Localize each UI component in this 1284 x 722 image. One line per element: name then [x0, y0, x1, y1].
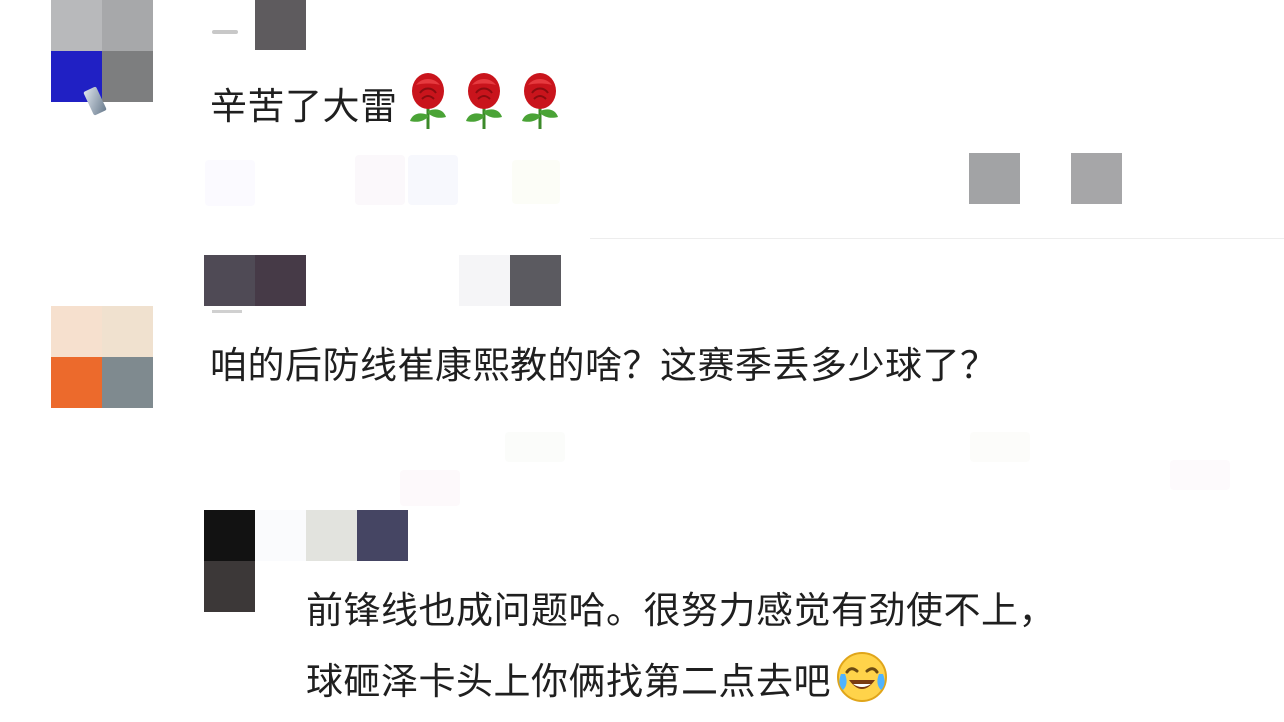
rose-emoji — [521, 73, 558, 129]
like-action-redacted[interactable] — [1071, 153, 1122, 204]
comment-body-line: 前锋线也成问题哈。很努力感觉有劲使不上， — [306, 589, 1056, 632]
meta-redacted — [512, 160, 560, 204]
meta-redacted — [970, 432, 1030, 462]
username-redacted-block — [459, 255, 510, 306]
username-redacted — [212, 310, 242, 313]
meta-redacted — [205, 160, 255, 206]
comment-text: 球砸泽卡头上你俩找第二点去吧 — [306, 650, 889, 706]
rose-emoji — [409, 73, 446, 129]
username-redacted-block[interactable] — [255, 255, 306, 306]
username-redacted-block — [255, 0, 306, 50]
meta-redacted — [408, 155, 458, 205]
divider — [590, 238, 1284, 239]
comment-body: 咱的后防线崔康熙教的啥？这赛季丢多少球了？ — [210, 344, 998, 387]
meta-redacted — [355, 155, 405, 205]
laughing-crying-emoji — [837, 652, 887, 702]
comment-body-line: 球砸泽卡头上你俩找第二点去吧 — [306, 660, 831, 703]
comment-text: 咱的后防线崔康熙教的啥？这赛季丢多少球了？ — [210, 342, 998, 390]
username-redacted-block[interactable] — [357, 510, 408, 561]
reply-action-redacted[interactable] — [969, 153, 1020, 204]
username-redacted-block[interactable] — [204, 255, 255, 306]
username-redacted-block[interactable] — [306, 510, 357, 561]
meta-redacted — [400, 470, 460, 506]
username-redacted-block — [510, 255, 561, 306]
avatar[interactable] — [204, 510, 255, 612]
rose-emoji — [465, 73, 502, 129]
username-redacted[interactable] — [212, 30, 238, 34]
avatar[interactable] — [51, 306, 153, 408]
avatar[interactable] — [51, 0, 153, 102]
username-redacted-block — [255, 510, 306, 561]
meta-redacted — [1170, 460, 1230, 490]
comment-text: 前锋线也成问题哈。很努力感觉有劲使不上， — [306, 587, 1056, 635]
comment-text: 辛苦了大雷 — [210, 71, 566, 131]
comment-body: 辛苦了大雷 — [210, 85, 398, 128]
meta-redacted — [505, 432, 565, 462]
